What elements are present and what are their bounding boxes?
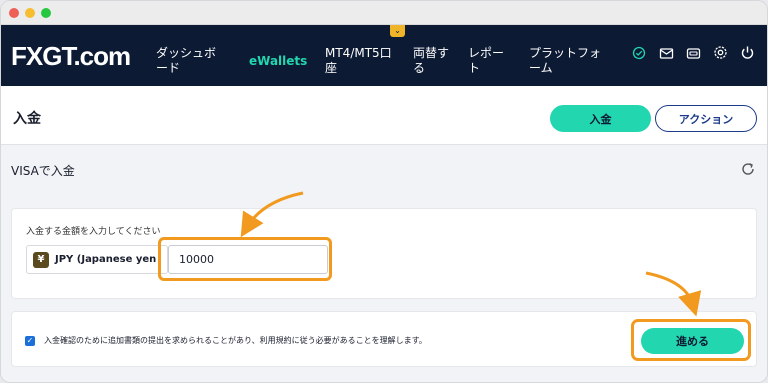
- amount-label: 入金する金額を入力してください: [26, 227, 161, 237]
- power-icon[interactable]: [739, 45, 755, 63]
- close-window-button[interactable]: [9, 7, 19, 18]
- minimize-window-button[interactable]: [25, 7, 35, 18]
- nav-item-ewallets[interactable]: eWallets: [249, 54, 307, 69]
- chevron-down-icon[interactable]: ⌄: [390, 25, 405, 37]
- deposit-button[interactable]: 入金: [550, 105, 651, 132]
- maximize-window-button[interactable]: [41, 7, 51, 18]
- agree-text: 入金確認のために追加書類の提出を求められることがあり、利用規約に従う必要があるこ…: [44, 336, 427, 345]
- fxgt-logo[interactable]: FXGT.com: [11, 41, 131, 72]
- page-title: 入金: [13, 111, 41, 127]
- nav-item-platforms[interactable]: プラットフォ ーム: [529, 46, 601, 76]
- wallet-icon[interactable]: [685, 46, 701, 63]
- proceed-button[interactable]: 進める: [641, 328, 744, 354]
- amount-card: 入金する金額を入力してください ¥ JPY (Japanese yen: [11, 208, 757, 299]
- browser-window: FXGT.com ダッシュボ ード eWallets MT4/MT5口 座 両替…: [0, 0, 768, 383]
- mail-icon[interactable]: [658, 46, 674, 63]
- refresh-icon[interactable]: [740, 161, 756, 181]
- currency-select[interactable]: ¥ JPY (Japanese yen: [26, 245, 168, 274]
- verified-icon[interactable]: [631, 46, 647, 63]
- payment-method-label: VISAで入金: [11, 164, 75, 178]
- amount-input[interactable]: [168, 245, 328, 274]
- nav-item-reports[interactable]: レポー ト: [468, 46, 504, 76]
- settings-icon[interactable]: [712, 45, 728, 63]
- nav-item-mt-accounts[interactable]: MT4/MT5口 座: [325, 46, 392, 76]
- confirm-card: ✓ 入金確認のために追加書類の提出を求められることがあり、利用規約に従う必要があ…: [11, 311, 757, 367]
- action-button[interactable]: アクション: [655, 105, 757, 132]
- currency-text: JPY (Japanese yen: [55, 254, 157, 265]
- nav-item-exchange[interactable]: 両替す る: [413, 46, 449, 76]
- agree-checkbox[interactable]: ✓: [25, 336, 35, 346]
- yen-icon: ¥: [33, 251, 49, 268]
- nav-item-dashboard[interactable]: ダッシュボ ード: [156, 46, 216, 76]
- nav-icon-group: [631, 45, 755, 63]
- title-bar: [1, 1, 767, 25]
- main-content: 入金 入金 アクション VISAで入金 入金する金額を入力してください ¥ JP…: [1, 86, 767, 382]
- page-header: 入金 入金 アクション: [1, 86, 767, 145]
